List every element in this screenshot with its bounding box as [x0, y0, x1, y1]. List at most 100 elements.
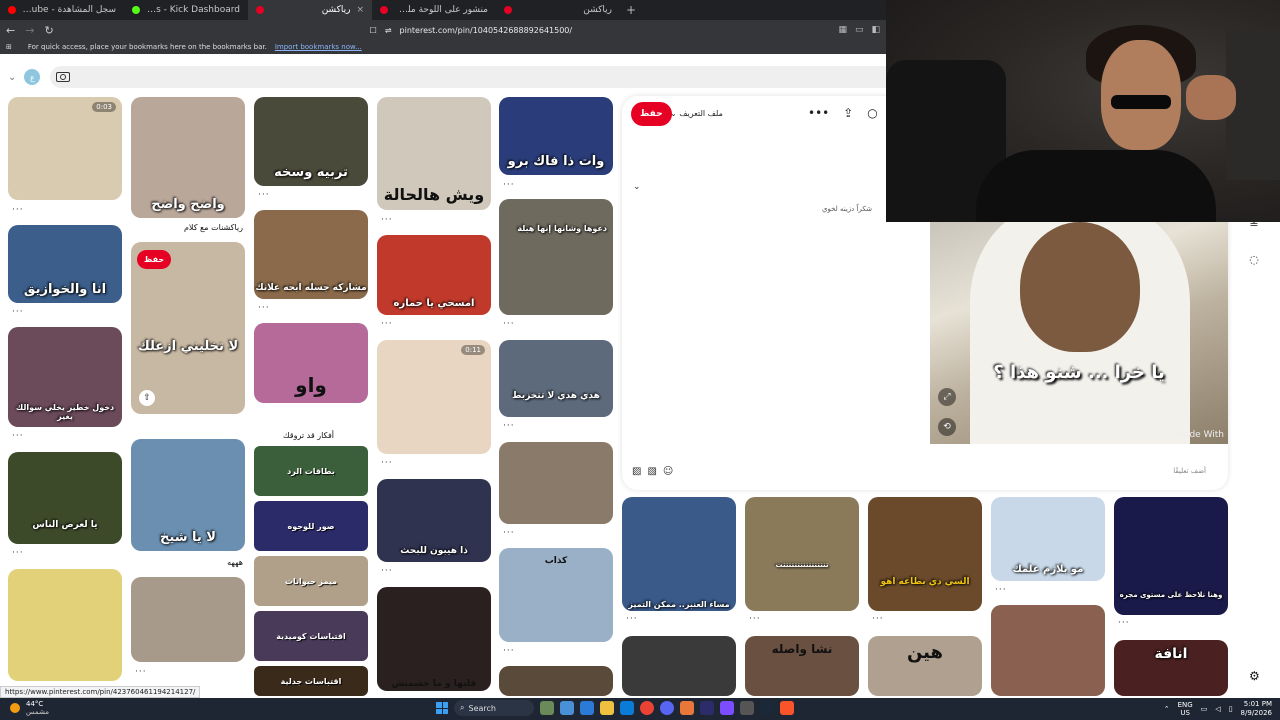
pin-card[interactable] — [499, 666, 613, 696]
tray-chevron-icon[interactable]: ⌃ — [1164, 705, 1170, 713]
forward-icon[interactable]: → — [25, 24, 34, 37]
related-pin[interactable]: تتتتتتتتتتتتتتتتت — [745, 497, 859, 611]
brave-icon[interactable] — [780, 701, 794, 715]
pin-card[interactable]: 0:03 — [8, 97, 122, 200]
comment-input[interactable]: أضف تعليقًا — [1173, 467, 1206, 475]
new-tab-button[interactable]: + — [620, 3, 642, 17]
reload-icon[interactable]: ↻ — [44, 24, 53, 37]
settings-gear-icon[interactable]: ⚙ — [1249, 669, 1260, 683]
more-options-icon[interactable]: ··· — [258, 303, 270, 313]
taskbar-search[interactable]: ⌕ Search — [454, 700, 534, 716]
more-options-icon[interactable]: ··· — [503, 528, 515, 538]
bookmark-star-icon[interactable]: ☐ — [370, 26, 377, 35]
idea-board[interactable]: بطاقات الرد — [254, 446, 368, 496]
related-pin[interactable]: مساء العنبر.. ممكن التميز — [622, 497, 736, 611]
expand-chevron-icon[interactable]: ⌄ — [633, 182, 641, 192]
translate-icon[interactable]: ▦ — [838, 25, 847, 35]
steam-icon[interactable] — [760, 701, 774, 715]
idea-board[interactable]: اقتباسات كوميدية — [254, 611, 368, 661]
more-options-icon[interactable]: ··· — [381, 215, 393, 225]
weather-widget[interactable]: 44°C مشمس — [10, 700, 49, 716]
more-options-icon[interactable]: ··· — [12, 205, 24, 215]
more-options-icon[interactable]: ··· — [503, 319, 515, 329]
pin-card[interactable]: كذاب — [499, 548, 613, 642]
store-icon[interactable] — [620, 701, 634, 715]
messages-icon[interactable]: ◌ — [1249, 253, 1259, 266]
pin-card[interactable]: انا والخوازيق — [8, 225, 122, 303]
pin-card[interactable]: قلتها و ما حشمتش — [377, 587, 491, 691]
visual-search-icon[interactable]: ⟲ — [938, 418, 956, 436]
more-options-icon[interactable]: ··· — [381, 458, 393, 468]
browser-tab[interactable]: Emotes - Kick Dashboard — [124, 0, 248, 20]
pin-card[interactable]: امسحي يا حماره — [377, 235, 491, 315]
app-icon[interactable] — [720, 701, 734, 715]
browser-tab[interactable]: رياكشن — [496, 0, 620, 20]
clock[interactable]: 5:01 PM 8/9/2026 — [1241, 700, 1272, 718]
search-bar[interactable] — [50, 66, 886, 88]
pin-card[interactable]: لا يا شيخ — [131, 439, 245, 551]
back-icon[interactable]: ← — [6, 24, 15, 37]
pin-card[interactable]: يا لعرص الناس — [8, 452, 122, 544]
widgets-icon[interactable] — [540, 701, 554, 715]
more-options-icon[interactable]: ··· — [258, 190, 270, 200]
battery-icon[interactable]: ▯ — [1229, 705, 1233, 713]
pin-card[interactable]: واضح واضح — [131, 97, 245, 218]
cast-icon[interactable]: ▭ — [855, 25, 864, 35]
idea-board[interactable]: ميمز حيوانات — [254, 556, 368, 606]
idea-board[interactable]: صور للوجوه — [254, 501, 368, 551]
share-icon[interactable]: ⇧ — [139, 390, 155, 406]
pin-card[interactable]: تربيه وسخه — [254, 97, 368, 186]
url-field[interactable]: ☐ ⇌ pinterest.com/pin/104054268889264150… — [64, 22, 829, 38]
more-options-icon[interactable]: ••• — [808, 106, 829, 120]
pin-card[interactable]: 0:11 — [377, 340, 491, 454]
related-pin[interactable] — [622, 636, 736, 696]
emoji-icon[interactable]: ☺ — [663, 466, 673, 477]
network-icon[interactable]: ▭ — [1201, 705, 1208, 713]
more-options-icon[interactable]: ··· — [503, 421, 515, 431]
save-button[interactable]: حفظ — [631, 102, 672, 126]
more-options-icon[interactable]: ··· — [995, 585, 1007, 595]
browser-tab[interactable]: سجل المشاهدة - YouTube — [0, 0, 124, 20]
related-pin[interactable]: هين — [868, 636, 982, 696]
task-view-icon[interactable] — [560, 701, 574, 715]
file-explorer-icon[interactable] — [600, 701, 614, 715]
more-options-icon[interactable]: ··· — [626, 614, 638, 624]
tab-close-icon[interactable]: × — [356, 5, 364, 15]
gif-icon[interactable]: ▨ — [632, 466, 641, 477]
more-options-icon[interactable]: ··· — [503, 180, 515, 190]
edge-icon[interactable] — [580, 701, 594, 715]
expand-icon[interactable]: ⤢ — [938, 388, 956, 406]
more-options-icon[interactable]: ··· — [1118, 618, 1130, 628]
pin-card[interactable]: وات ذا فاك برو — [499, 97, 613, 175]
discord-icon[interactable] — [660, 701, 674, 715]
pin-card[interactable] — [499, 442, 613, 524]
app-icon[interactable] — [700, 701, 714, 715]
site-info-icon[interactable]: ⇌ — [385, 26, 392, 35]
pin-card[interactable] — [8, 569, 122, 681]
related-pin[interactable] — [991, 605, 1105, 696]
related-pin[interactable]: انافة — [1114, 640, 1228, 696]
browser-tab-active[interactable]: رياكشن × — [248, 0, 372, 20]
camera-search-icon[interactable] — [56, 72, 70, 82]
share-icon[interactable]: ⇪ — [843, 106, 853, 120]
related-pin[interactable]: السي دي بطاعه اهو — [868, 497, 982, 611]
more-options-icon[interactable]: ··· — [12, 431, 24, 441]
related-pin[interactable]: نشا واصله — [745, 636, 859, 696]
link-icon[interactable]: ○ — [867, 106, 877, 120]
import-bookmarks-link[interactable]: Import bookmarks now... — [275, 43, 362, 51]
more-options-icon[interactable]: ··· — [381, 319, 393, 329]
chrome-icon[interactable] — [640, 701, 654, 715]
chevron-down-icon[interactable]: ⌄ — [8, 72, 16, 83]
more-options-icon[interactable]: ··· — [12, 307, 24, 317]
pin-detail-image[interactable]: يا خرا ... شنو هذا ؟ ⤢ ⟲ Made With — [930, 222, 1228, 444]
extension-icon[interactable]: ◧ — [871, 25, 880, 35]
more-options-icon[interactable]: ··· — [12, 548, 24, 558]
idea-board[interactable]: اقتباسات جدلية — [254, 666, 368, 696]
pin-card[interactable] — [131, 577, 245, 662]
pin-card[interactable]: ذا هيبون للبحث — [377, 479, 491, 562]
profile-dropdown[interactable]: ⌄ ملف التعريف — [670, 109, 723, 118]
app-icon[interactable] — [680, 701, 694, 715]
avatar[interactable]: ع — [24, 69, 41, 85]
volume-icon[interactable]: ◁ — [1215, 705, 1220, 713]
language-indicator[interactable]: ENG US — [1178, 701, 1193, 717]
